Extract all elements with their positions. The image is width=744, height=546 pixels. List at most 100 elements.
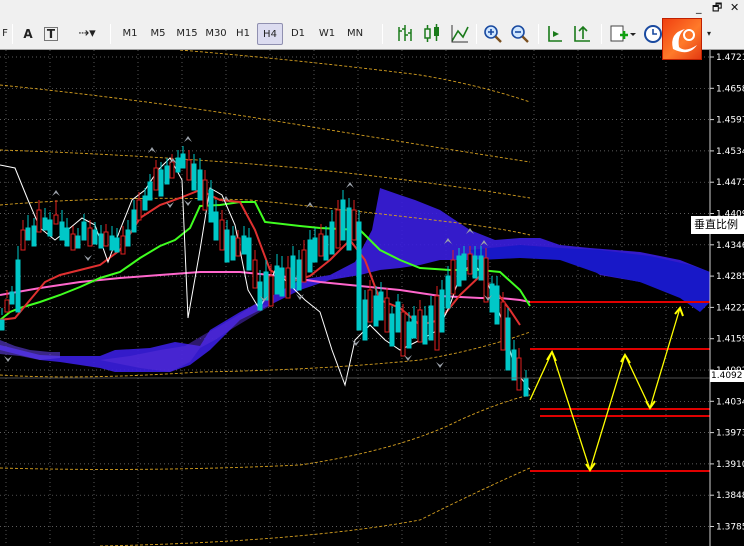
price-axis-label: 1.4471 bbox=[716, 178, 744, 188]
brand-logo bbox=[662, 18, 702, 60]
fractal-down-marker bbox=[436, 362, 444, 368]
candle-body bbox=[373, 295, 379, 327]
candle-body bbox=[70, 233, 76, 251]
chart-shift-icon[interactable] bbox=[572, 23, 594, 45]
candle-body bbox=[351, 209, 357, 241]
zoom-in-icon[interactable] bbox=[482, 23, 504, 45]
fractal-down-marker bbox=[184, 200, 192, 206]
price-axis-label: 1.4597 bbox=[716, 116, 744, 126]
tab-timeframe-h1[interactable]: H1 bbox=[230, 23, 256, 45]
candle-body bbox=[378, 291, 384, 321]
price-chart[interactable]: 1.47211.46581.45971.45341.44711.44091.43… bbox=[0, 50, 744, 546]
candle-body bbox=[197, 169, 203, 201]
candle-body bbox=[158, 169, 164, 197]
candle-body bbox=[75, 235, 81, 249]
candle-body bbox=[98, 233, 104, 249]
candle-body bbox=[494, 285, 500, 325]
candle-body bbox=[136, 199, 142, 221]
text-label-tool-button[interactable]: T bbox=[44, 27, 58, 41]
candle-body bbox=[483, 257, 489, 303]
candle-body bbox=[241, 235, 247, 255]
price-axis-label: 1.4159 bbox=[716, 335, 744, 345]
candle-body bbox=[109, 235, 115, 251]
minimize-button[interactable]: _ bbox=[696, 0, 702, 16]
candle-body bbox=[461, 253, 467, 281]
title-bar: _ 🗗 ✕ bbox=[0, 0, 744, 18]
bar-chart-icon[interactable] bbox=[395, 23, 415, 45]
candle-body bbox=[467, 253, 473, 275]
current-price-tag: 1.4092 bbox=[710, 370, 744, 382]
candle-body bbox=[59, 221, 65, 241]
candle-body bbox=[103, 231, 109, 247]
candle-body bbox=[417, 309, 423, 343]
candle-body bbox=[335, 209, 341, 249]
fractal-up-marker bbox=[184, 136, 192, 142]
price-axis-label: 1.4285 bbox=[716, 272, 744, 282]
candle-body bbox=[224, 229, 230, 263]
tab-timeframe-m5[interactable]: M5 bbox=[145, 23, 171, 45]
price-axis-label: 1.3785 bbox=[716, 523, 744, 533]
candle-body bbox=[472, 255, 478, 279]
line-chart-icon[interactable] bbox=[450, 23, 470, 45]
tab-timeframe-h4[interactable]: H4 bbox=[257, 23, 283, 45]
candle-body bbox=[0, 319, 5, 331]
price-axis-label: 1.3910 bbox=[716, 460, 744, 470]
candle-body bbox=[307, 239, 313, 273]
tab-timeframe-d1[interactable]: D1 bbox=[285, 23, 311, 45]
candle-body bbox=[318, 233, 324, 257]
auto-scroll-icon[interactable] bbox=[545, 23, 565, 45]
candle-body bbox=[169, 161, 175, 179]
fractal-up-marker bbox=[148, 147, 156, 153]
candle-body bbox=[279, 267, 285, 297]
chart-toolbar: F A T ⇢▾ M1 M5 M15 M30 H1 H4 D1 W1 MN ▾ bbox=[0, 18, 744, 50]
close-icon[interactable]: ✕ bbox=[730, 0, 739, 16]
candle-body bbox=[125, 229, 131, 247]
candle-body bbox=[31, 225, 37, 247]
candle-body bbox=[235, 237, 241, 257]
arrows-tool-button[interactable]: ⇢▾ bbox=[72, 23, 102, 45]
candle-body bbox=[489, 283, 495, 313]
candle-body bbox=[81, 221, 87, 241]
price-axis-label: 1.4346 bbox=[716, 241, 744, 251]
tab-timeframe-m30[interactable]: M30 bbox=[201, 23, 231, 45]
toolbar-overflow-icon[interactable]: ▾ bbox=[704, 23, 714, 45]
candle-body bbox=[389, 313, 395, 347]
price-axis-label: 1.4034 bbox=[716, 397, 744, 407]
toolbar-separator bbox=[476, 24, 477, 44]
price-axis-label: 1.4721 bbox=[716, 53, 744, 63]
candle-body bbox=[208, 189, 214, 223]
candle-body bbox=[274, 265, 280, 295]
toolbar-separator bbox=[538, 24, 539, 44]
restore-button[interactable]: 🗗 bbox=[712, 0, 722, 16]
indicators-icon[interactable] bbox=[608, 23, 636, 45]
candle-body bbox=[395, 301, 401, 333]
vertical-scale-label: 垂直比例 bbox=[691, 216, 744, 234]
fractal-up-marker bbox=[52, 190, 60, 196]
candle-body bbox=[434, 295, 440, 351]
candle-body bbox=[219, 219, 225, 251]
candle-body bbox=[329, 221, 335, 255]
candlestick-chart-icon[interactable] bbox=[422, 23, 442, 45]
zoom-out-icon[interactable] bbox=[509, 23, 531, 45]
candle-body bbox=[213, 211, 219, 241]
fractal-up-marker bbox=[346, 182, 354, 188]
text-tool-button[interactable]: A bbox=[18, 23, 38, 45]
candle-body bbox=[411, 315, 417, 339]
candle-body bbox=[92, 229, 98, 245]
tab-timeframe-mn[interactable]: MN bbox=[341, 23, 369, 45]
candle-body bbox=[186, 159, 192, 181]
candle-body bbox=[511, 349, 517, 381]
candle-body bbox=[356, 221, 362, 331]
tab-timeframe-m15[interactable]: M15 bbox=[172, 23, 202, 45]
candle-body bbox=[296, 259, 302, 291]
candle-body bbox=[64, 227, 70, 247]
candle-body bbox=[301, 249, 307, 283]
candle-body bbox=[246, 237, 252, 271]
tab-timeframe-w1[interactable]: W1 bbox=[314, 23, 340, 45]
fractal-down-marker bbox=[84, 255, 92, 261]
candle-body bbox=[516, 357, 522, 391]
toolbar-separator bbox=[110, 24, 111, 44]
candle-body bbox=[478, 255, 484, 281]
tab-timeframe-m1[interactable]: M1 bbox=[117, 23, 143, 45]
clock-icon[interactable] bbox=[643, 23, 663, 45]
